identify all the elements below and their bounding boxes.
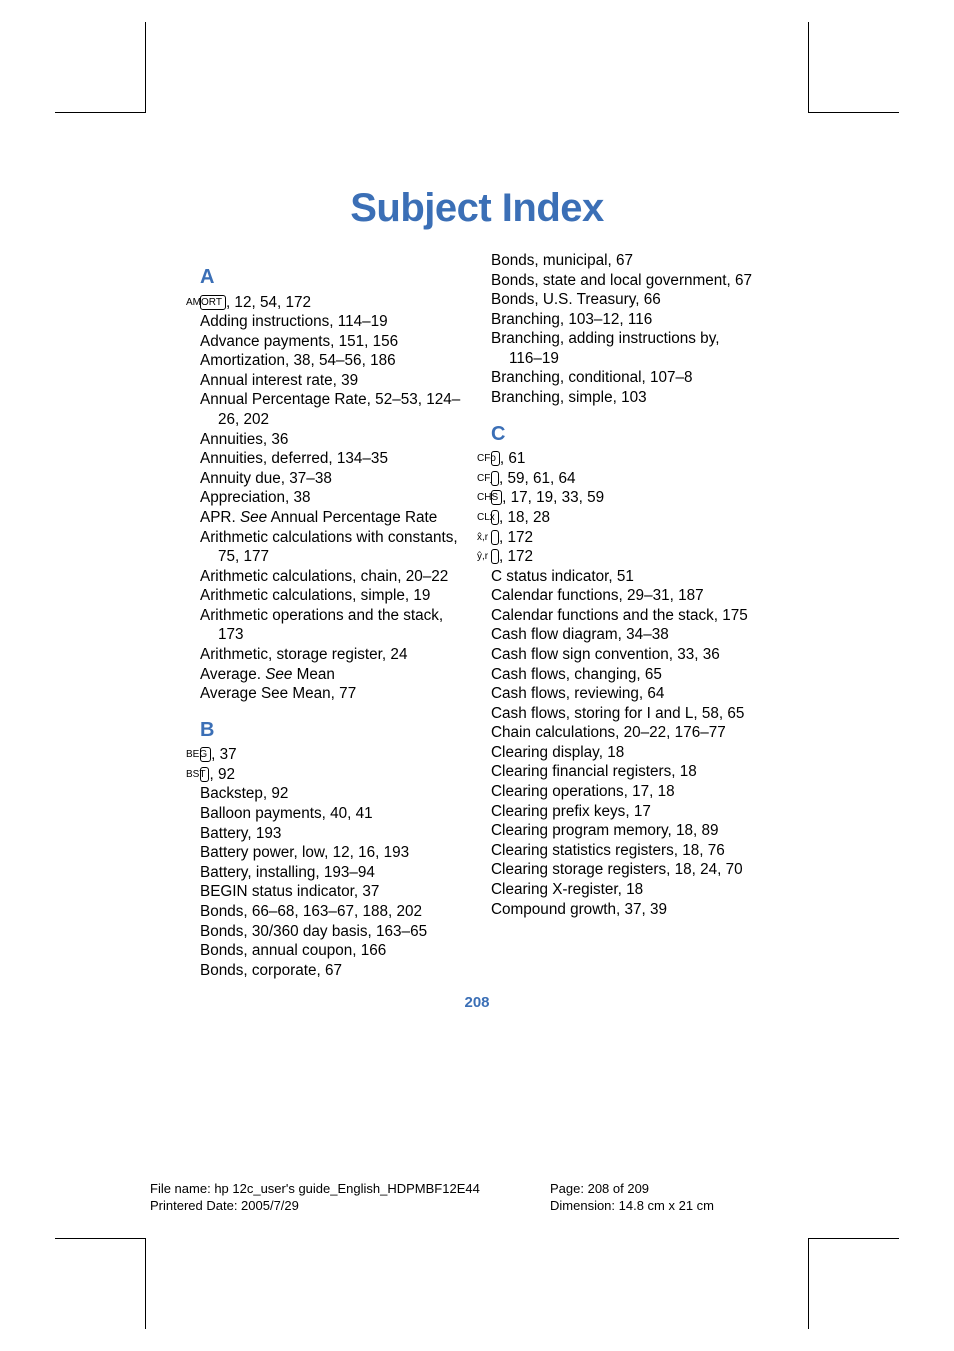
- index-entry: Clearing operations, 17, 18: [509, 782, 754, 802]
- index-entry: Appreciation, 38: [218, 488, 463, 508]
- index-entry: Annuities, 36: [218, 430, 463, 450]
- index-entry: Battery, 193: [218, 824, 463, 844]
- index-entry: Battery power, low, 12, 16, 193: [218, 843, 463, 863]
- index-entry: x̂,r, 172: [509, 528, 754, 548]
- index-entry: Bonds, municipal, 67: [509, 251, 754, 271]
- index-entry: Calendar functions and the stack, 175: [509, 606, 754, 626]
- index-entry: Clearing X-register, 18: [509, 880, 754, 900]
- index-entry: Arithmetic operations and the stack, 173: [218, 606, 463, 645]
- index-entry: BEGIN status indicator, 37: [218, 882, 463, 902]
- page-title: Subject Index: [148, 186, 806, 231]
- index-entry: Clearing prefix keys, 17: [509, 802, 754, 822]
- page-content: Subject Index A AMORT, 12, 54, 172 Addin…: [148, 116, 806, 1235]
- index-entry: Annuities, deferred, 134–35: [218, 449, 463, 469]
- index-entry: Bonds, state and local government, 67: [509, 271, 754, 291]
- index-entry: Compound growth, 37, 39: [509, 900, 754, 920]
- index-entry: Calendar functions, 29–31, 187: [509, 586, 754, 606]
- keycap-amort: AMORT: [200, 295, 226, 310]
- right-column: Bonds, municipal, 67 Bonds, state and lo…: [491, 251, 754, 980]
- index-entry: ŷ,r, 172: [509, 547, 754, 567]
- index-entry: Annual interest rate, 39: [218, 371, 463, 391]
- index-entry: Balloon payments, 40, 41: [218, 804, 463, 824]
- left-column: A AMORT, 12, 54, 172 Adding instructions…: [200, 251, 463, 980]
- index-entry: Arithmetic, storage register, 24: [218, 645, 463, 665]
- keycap-yr: ŷ,r: [491, 549, 499, 564]
- index-entry: Chain calculations, 20–22, 176–77: [509, 723, 754, 743]
- keycap-clx: CLx: [491, 510, 499, 525]
- index-entry: Clearing financial registers, 18: [509, 762, 754, 782]
- index-entry: Branching, simple, 103: [509, 388, 754, 408]
- keycap-chs: CHS: [491, 490, 502, 505]
- index-entry: Clearing program memory, 18, 89: [509, 821, 754, 841]
- index-entry: Average See Mean, 77: [218, 684, 463, 704]
- index-entry: Arithmetic calculations, simple, 19: [218, 586, 463, 606]
- section-heading-a: A: [200, 265, 463, 291]
- index-entry: Branching, 103–12, 116: [509, 310, 754, 330]
- index-entry: CFo, 61: [509, 449, 754, 469]
- index-entry: Annual Percentage Rate, 52–53, 124–26, 2…: [218, 390, 463, 429]
- index-entry: Bonds, U.S. Treasury, 66: [509, 290, 754, 310]
- footer-left: File name: hp 12c_user's guide_English_H…: [150, 1180, 550, 1215]
- index-columns: A AMORT, 12, 54, 172 Adding instructions…: [148, 251, 806, 980]
- index-entry: Arithmetic calculations with constants, …: [218, 528, 463, 567]
- section-heading-b: B: [200, 718, 463, 744]
- index-entry: Cash flows, reviewing, 64: [509, 684, 754, 704]
- index-entry: Battery, installing, 193–94: [218, 863, 463, 883]
- crop-mark: [808, 22, 899, 113]
- index-entry: C status indicator, 51: [509, 567, 754, 587]
- index-entry: Annuity due, 37–38: [218, 469, 463, 489]
- index-entry: Bonds, annual coupon, 166: [218, 941, 463, 961]
- section-heading-c: C: [491, 422, 754, 448]
- index-entry: Cash flow diagram, 34–38: [509, 625, 754, 645]
- index-entry: Cash flows, changing, 65: [509, 665, 754, 685]
- index-entry: CHS, 17, 19, 33, 59: [509, 488, 754, 508]
- index-entry: Branching, conditional, 107–8: [509, 368, 754, 388]
- index-entry: Bonds, 66–68, 163–67, 188, 202: [218, 902, 463, 922]
- footer: File name: hp 12c_user's guide_English_H…: [148, 1180, 810, 1215]
- index-entry: Arithmetic calculations, chain, 20–22: [218, 567, 463, 587]
- index-entry: Bonds, corporate, 67: [218, 961, 463, 981]
- index-entry: BEG, 37: [218, 745, 463, 765]
- index-entry: Clearing display, 18: [509, 743, 754, 763]
- crop-mark: [808, 1238, 899, 1329]
- page-number: 208: [148, 994, 806, 1011]
- index-entry: CLx, 18, 28: [509, 508, 754, 528]
- index-entry: Cash flows, storing for I and L, 58, 65: [509, 704, 754, 724]
- keycap-xr: x̂,r: [491, 530, 499, 545]
- index-entry: Average. See Mean: [218, 665, 463, 685]
- index-entry: Clearing statistics registers, 18, 76: [509, 841, 754, 861]
- index-entry: Clearing storage registers, 18, 24, 70: [509, 860, 754, 880]
- index-entry: Backstep, 92: [218, 784, 463, 804]
- index-entry: BST, 92: [218, 765, 463, 785]
- index-entry: AMORT, 12, 54, 172: [218, 293, 463, 313]
- crop-mark: [55, 1238, 146, 1329]
- keycap-cfj: CFj: [491, 471, 499, 486]
- crop-mark: [55, 22, 146, 113]
- index-entry: CFj, 59, 61, 64: [509, 469, 754, 489]
- index-entry: Branching, adding instructions by, 116–1…: [509, 329, 754, 368]
- keycap-beg: BEG: [200, 747, 211, 762]
- index-entry: Amortization, 38, 54–56, 186: [218, 351, 463, 371]
- index-entry: Bonds, 30/360 day basis, 163–65: [218, 922, 463, 942]
- index-entry: Cash flow sign convention, 33, 36: [509, 645, 754, 665]
- index-entry: Advance payments, 151, 156: [218, 332, 463, 352]
- keycap-cfo: CFo: [491, 451, 500, 466]
- footer-right: Page: 208 of 209 Dimension: 14.8 cm x 21…: [550, 1180, 810, 1215]
- index-entry: Adding instructions, 114–19: [218, 312, 463, 332]
- index-entry: APR. See Annual Percentage Rate: [218, 508, 463, 528]
